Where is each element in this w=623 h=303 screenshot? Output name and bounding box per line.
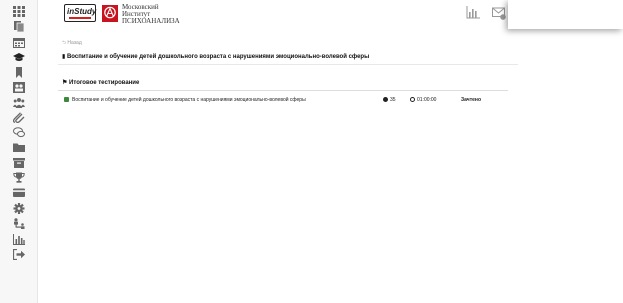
logout-icon[interactable] xyxy=(13,249,25,260)
graduation-cap-icon[interactable] xyxy=(13,52,25,63)
course-title-text: Воспитание и обучение детей дошкольного … xyxy=(66,54,370,60)
folder-icon[interactable] xyxy=(13,142,25,153)
back-label: Назад xyxy=(67,40,82,46)
time-limit-value: 01:00:00 xyxy=(417,97,437,103)
hierarchy-icon[interactable] xyxy=(13,218,25,229)
logo-underline xyxy=(69,17,91,19)
section-title-text: Итоговое тестирование xyxy=(69,80,140,86)
archive-icon[interactable] xyxy=(13,157,25,168)
question-count: 35 xyxy=(383,97,396,103)
chat-icon[interactable] xyxy=(13,127,25,138)
instudy-logo-text: inStudy xyxy=(67,7,97,16)
mail-icon[interactable] xyxy=(492,6,506,20)
question-count-value: 35 xyxy=(390,97,396,103)
question-icon xyxy=(383,97,388,102)
test-row[interactable]: Воспитание и обучение детей дошкольного … xyxy=(64,96,504,104)
status-badge: Зачтено xyxy=(461,97,481,103)
statistics-icon[interactable] xyxy=(466,6,480,20)
section-title: ⚑ Итоговое тестирование xyxy=(62,79,139,86)
paperclip-icon[interactable] xyxy=(13,112,25,123)
bookmark-icon[interactable] xyxy=(13,67,25,78)
group-icon[interactable] xyxy=(13,97,25,108)
passed-check-icon xyxy=(64,97,69,102)
bar-chart-icon[interactable] xyxy=(13,234,25,245)
back-link[interactable]: ⮌ Назад xyxy=(62,40,82,48)
institute-name: Московский Институт ПСИХОАНАЛИЗА xyxy=(122,4,180,25)
calendar-icon[interactable] xyxy=(13,37,25,48)
instudy-logo[interactable]: inStudy xyxy=(64,4,96,22)
time-limit: 01:00:00 xyxy=(410,97,436,103)
credit-card-icon[interactable] xyxy=(13,187,25,198)
flag-icon: ⚑ xyxy=(62,80,70,86)
gear-icon[interactable] xyxy=(13,203,25,214)
grid-icon[interactable] xyxy=(13,6,25,17)
trophy-icon[interactable] xyxy=(13,172,25,183)
course-title: ▮ Воспитание и обучение детей дошкольног… xyxy=(62,53,369,60)
clock-icon xyxy=(410,97,415,102)
institute-logo-icon[interactable] xyxy=(102,5,118,22)
documents-icon[interactable] xyxy=(13,21,25,32)
divider xyxy=(58,64,518,65)
test-name[interactable]: Воспитание и обучение детей дошкольного … xyxy=(72,97,306,103)
sidebar xyxy=(0,0,38,303)
group-icon[interactable] xyxy=(13,82,25,93)
divider xyxy=(58,90,508,91)
institute-line-3: ПСИХОАНАЛИЗА xyxy=(122,17,180,25)
dropdown-popover xyxy=(508,0,623,29)
